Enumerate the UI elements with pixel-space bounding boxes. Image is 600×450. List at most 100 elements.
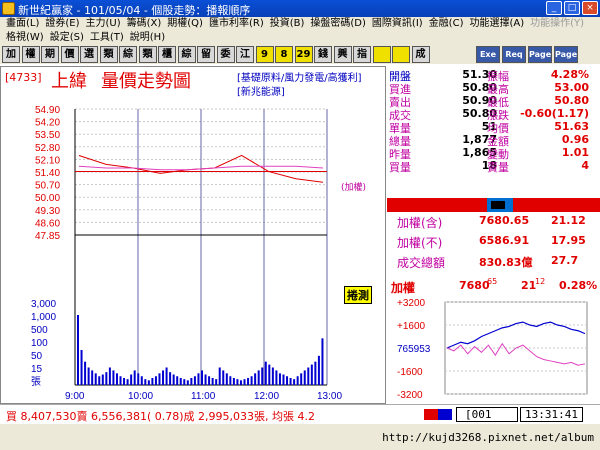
toolbar-button[interactable]: 期 <box>41 46 59 63</box>
index-change: 17.95 <box>551 234 586 247</box>
toolbar-button[interactable] <box>392 46 410 63</box>
menu-item[interactable]: 投資(B) <box>270 17 305 31</box>
chart-grid <box>74 108 328 386</box>
volume-bar <box>162 370 165 385</box>
toolbar-button[interactable]: 指 <box>353 46 371 63</box>
volume-bar <box>282 374 285 385</box>
mini-tick: +1600 <box>397 321 426 332</box>
quote-value: 4.28% <box>550 68 589 81</box>
toolbar-button[interactable]: 興 <box>333 46 352 63</box>
toolbar-button[interactable]: 9 <box>255 46 274 63</box>
menu-item[interactable]: 畫面(L) <box>6 17 39 31</box>
volume-bar <box>91 370 94 385</box>
counter-field[interactable]: [001 <box>456 407 518 422</box>
menu-item[interactable]: 格視(W) <box>6 31 44 45</box>
toolbar-button[interactable]: 成 <box>411 46 430 63</box>
volume-bar <box>300 373 303 385</box>
toolbar-button[interactable]: 綜 <box>119 46 137 63</box>
toolbar-button[interactable]: 櫃 <box>158 46 176 63</box>
volume-bar <box>211 378 214 385</box>
toolbar-button[interactable]: 江 <box>236 46 254 63</box>
toolbar-button[interactable]: 29 <box>294 46 313 63</box>
time-tick: 10:00 <box>128 391 153 402</box>
mini-pct: 0.28% <box>559 279 598 292</box>
volume-bar <box>225 373 228 385</box>
volume-bar <box>303 370 306 385</box>
toolbar-extra-button[interactable]: Exe <box>476 46 500 63</box>
quote-value: 4 <box>581 159 589 172</box>
price-tick: 54.20 <box>35 118 60 129</box>
index-label: 加權(含) <box>397 216 443 230</box>
menu-bar-row2: 格視(W) 設定(S) 工具(T) 說明(H) <box>0 31 600 45</box>
menu-item[interactable]: 匯市利率(R) <box>209 17 264 31</box>
menu-item[interactable]: 國際資訊(I) <box>372 17 423 31</box>
quote-label: 賣量 <box>487 161 509 174</box>
volume-bar <box>108 367 111 385</box>
toolbar-button[interactable]: 委 <box>216 46 235 63</box>
menu-item[interactable]: 金融(C) <box>429 17 464 31</box>
toolbar-extra-button[interactable]: Page Up <box>528 46 552 74</box>
toolbar-button[interactable]: 價 <box>60 46 79 63</box>
toolbar-button[interactable]: 綜 <box>177 46 196 63</box>
quote-value: 53.00 <box>554 81 589 94</box>
status-blue-indicator <box>438 409 452 420</box>
volume-bar <box>80 350 83 385</box>
price-tick: 53.50 <box>35 130 60 141</box>
menu-item[interactable]: 設定(S) <box>50 31 84 45</box>
toolbar-button[interactable]: 8 <box>275 46 293 63</box>
volume-bar <box>158 373 161 385</box>
menu-item[interactable]: 證券(E) <box>45 17 79 31</box>
volume-bar <box>310 364 313 385</box>
volume-bar <box>293 379 296 385</box>
volume-bar <box>130 374 133 385</box>
quote-value: -0.60(1.17) <box>520 107 589 120</box>
toolbar-button[interactable] <box>372 46 391 63</box>
status-red-indicator <box>424 409 438 420</box>
volume-bar <box>126 379 129 385</box>
menu-item[interactable]: 操盤密碼(D) <box>310 17 366 31</box>
index-label: 成交總額 <box>397 256 446 270</box>
toolbar-button[interactable]: 錢 <box>314 46 332 63</box>
volume-bar <box>275 370 278 385</box>
index-value: 7680.65 <box>479 214 530 227</box>
volume-bar <box>271 367 274 385</box>
minimize-button[interactable]: _ <box>546 1 562 15</box>
time-tick: 12:00 <box>254 391 279 402</box>
toolbar-extra-button[interactable]: Page Down <box>554 46 580 74</box>
mini-tick: 765953 <box>397 344 431 355</box>
volume-bar <box>239 380 242 385</box>
index-value: 830.83億 <box>479 256 533 269</box>
toolbar-button[interactable]: 加 <box>2 46 20 63</box>
toolbar-button[interactable]: 類 <box>138 46 157 63</box>
menu-item[interactable]: 籌碼(X) <box>127 17 162 31</box>
volume-bar <box>208 376 211 385</box>
volume-bar <box>317 355 320 385</box>
menu-item[interactable]: 功能操作(Y) <box>530 17 584 31</box>
volume-bar <box>286 376 289 385</box>
toolbar: 加權期價選類綜類櫃綜留委江9829錢興指成ExeReqPage UpPage D… <box>0 45 600 74</box>
close-button[interactable]: × <box>582 1 598 15</box>
index-change: 27.7 <box>551 254 579 267</box>
maximize-button[interactable]: □ <box>564 1 580 15</box>
index-value: 6586.91 <box>479 234 530 247</box>
toolbar-button[interactable]: 類 <box>99 46 118 63</box>
menu-item[interactable]: 期權(Q) <box>167 17 203 31</box>
quote-panel: 開盤 51.30 振幅 4.28% 買進 50.80 最高 53.00 賣出 50.90 最低 50.… <box>387 66 600 404</box>
mini-tick: -3200 <box>397 390 423 401</box>
toolbar-button[interactable]: 權 <box>21 46 40 63</box>
toolbar-extra-button[interactable]: Req <box>502 46 526 63</box>
menu-item[interactable]: 主力(U) <box>86 17 121 31</box>
volume-bar <box>137 373 140 385</box>
toolbar-button[interactable]: 留 <box>197 46 215 63</box>
toolbar-button[interactable]: 選 <box>80 46 98 63</box>
volume-bar <box>278 373 281 385</box>
quote-value: 1.01 <box>561 146 589 159</box>
menu-item[interactable]: 說明(H) <box>130 31 165 45</box>
scroll-tag[interactable]: 捲測 <box>344 286 372 304</box>
volume-bar <box>133 370 136 385</box>
volume-bar <box>254 373 257 385</box>
menu-item[interactable]: 功能選擇(A) <box>469 17 524 31</box>
volume-bar <box>84 361 87 385</box>
menu-item[interactable]: 工具(T) <box>90 31 124 45</box>
volume-bar <box>101 374 104 385</box>
